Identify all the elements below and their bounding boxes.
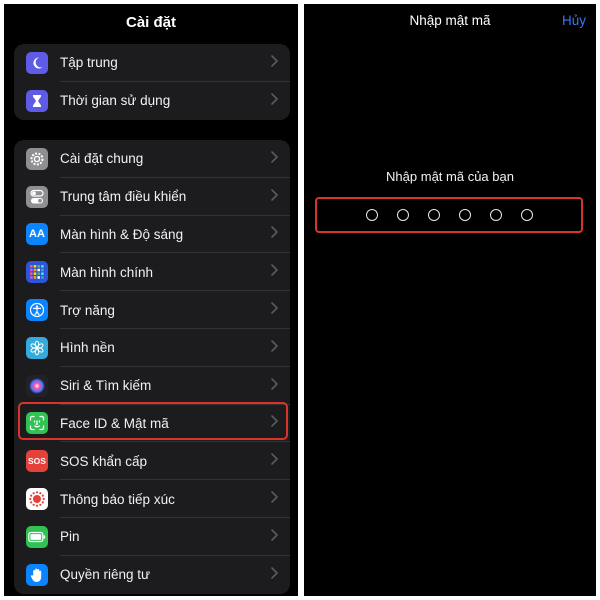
hand-icon [26,563,48,586]
siri-icon [26,374,48,397]
settings-row-sos[interactable]: SOS SOS khẩn cấp [14,442,290,481]
passcode-screen: Nhập mật mã Hủy Nhập mật mã của bạn [304,4,596,596]
settings-group-general: Cài đặt chung Trung tâm điều khiển AA Màn h… [14,140,290,594]
settings-row-exposure[interactable]: Thông báo tiếp xúc [14,480,290,518]
settings-row-label: Pin [60,529,80,545]
settings-row-toggles[interactable]: Trung tâm điều khiển [14,178,290,216]
settings-row-label: Màn hình & Độ sáng [60,226,184,242]
passcode-digit-indicator [396,209,409,221]
settings-row-label: Thời gian sử dụng [60,93,171,109]
settings-row-label: Màn hình chính [60,264,154,280]
settings-row-battery[interactable]: Pin [14,518,290,556]
settings-row-label: Trung tâm điều khiển [60,189,187,205]
chevron-right-icon [271,301,278,319]
text-size-icon: AA [26,223,48,246]
settings-row-label: Trợ năng [60,302,115,318]
settings-row-hourglass[interactable]: Thời gian sử dụng [14,82,290,120]
chevron-right-icon [271,566,278,584]
passcode-prompt: Nhập mật mã của bạn [386,169,514,184]
settings-row-label: Hình nền [60,340,115,356]
accessibility-icon [26,299,48,322]
flower-icon [26,336,48,359]
passcode-digit-indicator [427,209,440,221]
settings-row-label: Thông báo tiếp xúc [60,491,175,507]
chevron-right-icon [271,528,278,546]
chevron-right-icon [271,188,278,206]
chevron-right-icon [271,150,278,168]
settings-row-text-size[interactable]: AA Màn hình & Độ sáng [14,216,290,254]
passcode-digit-indicator [520,209,533,221]
settings-row-label: SOS khẩn cấp [60,453,148,469]
chevron-right-icon [271,490,278,508]
chevron-right-icon [271,225,278,243]
home-grid-icon [26,261,48,284]
moon-icon [26,51,48,74]
exposure-icon [26,488,48,511]
settings-row-label: Cài đặt chung [60,151,144,167]
sos-icon: SOS [26,450,48,473]
passcode-digit-indicator [365,209,378,221]
face-id-highlight-box [18,402,288,440]
passcode-title: Nhập mật mã [409,13,491,28]
settings-row-flower[interactable]: Hình nền [14,329,290,367]
chevron-right-icon [271,54,278,72]
passcode-digit-indicator [489,209,502,221]
settings-group-focus: Tập trung Thời gian sử dụng [14,44,290,120]
settings-screen: Cài đặt Tập trung Thời gian sử dụng Cài đ… [4,4,298,596]
toggles-icon [26,185,48,208]
settings-row-siri[interactable]: Siri & Tìm kiếm [14,367,290,405]
hourglass-icon [26,89,48,112]
settings-row-label: Tập trung [60,55,118,71]
chevron-right-icon [271,452,278,470]
cancel-button[interactable]: Hủy [562,4,586,38]
passcode-entry-field[interactable] [315,197,583,233]
battery-icon [26,525,48,548]
chevron-right-icon [271,263,278,281]
settings-row-accessibility[interactable]: Trợ năng [14,291,290,329]
gear-icon [26,147,48,170]
chevron-right-icon [271,92,278,110]
settings-row-home-grid[interactable]: Màn hình chính [14,253,290,292]
settings-row-hand[interactable]: Quyền riêng tư [14,556,290,594]
settings-row-gear[interactable]: Cài đặt chung [14,140,290,178]
passcode-digit-indicator [458,209,471,221]
settings-row-moon[interactable]: Tập trung [14,44,290,82]
chevron-right-icon [271,377,278,395]
settings-title: Cài đặt [125,14,176,31]
chevron-right-icon [271,339,278,357]
settings-row-label: Quyền riêng tư [60,567,151,583]
settings-row-label: Siri & Tìm kiếm [60,378,152,394]
